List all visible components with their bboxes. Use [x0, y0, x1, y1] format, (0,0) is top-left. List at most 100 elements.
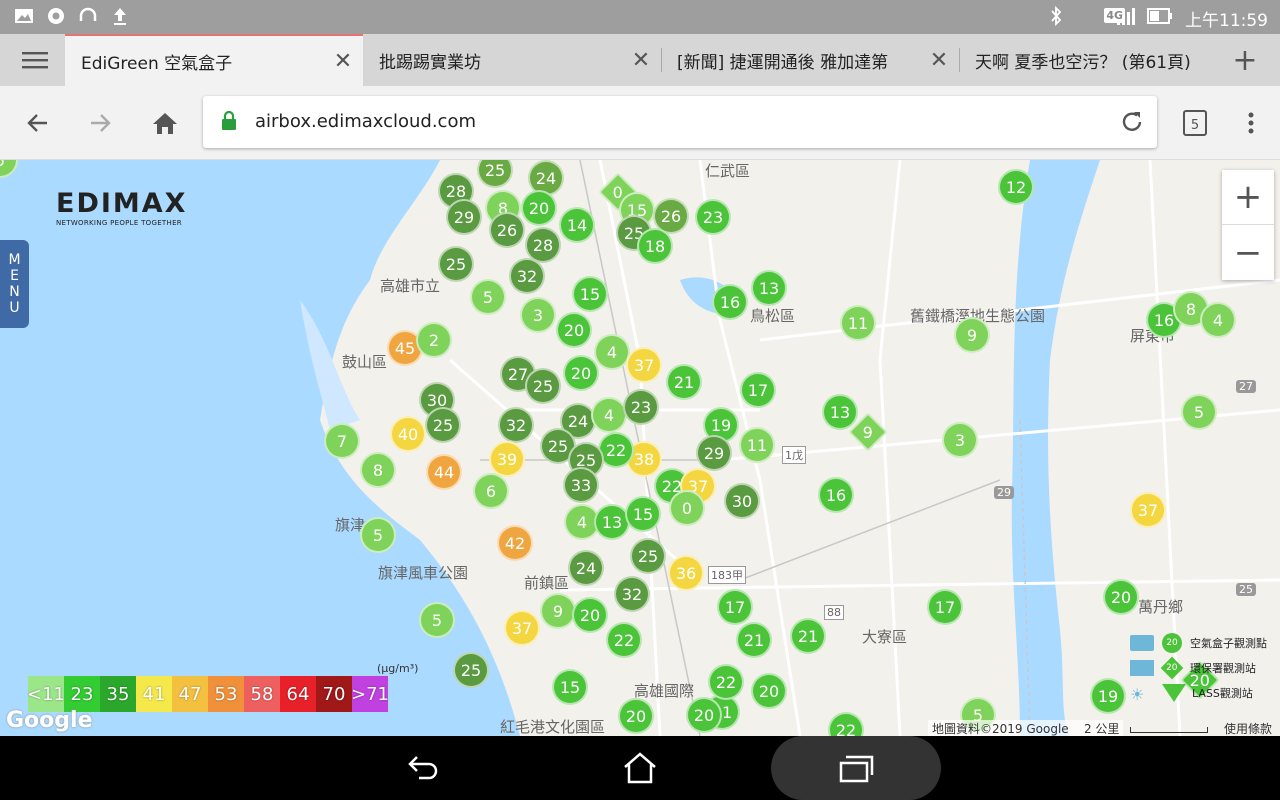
zoom-in-button[interactable]: + — [1222, 170, 1274, 225]
terms-link[interactable]: 使用條款 — [1224, 720, 1272, 736]
tab-pollution[interactable]: 天啊 夏季也空污？ (第61頁) — [959, 34, 1219, 86]
pm25-station-marker[interactable]: 32 — [509, 258, 545, 294]
pm25-station-marker[interactable]: 5 — [1181, 394, 1217, 430]
pm25-station-marker[interactable]: 20 — [563, 355, 599, 391]
pm25-station-marker[interactable]: 39 — [489, 441, 525, 477]
address-bar[interactable]: airbox.edimaxcloud.com — [203, 96, 1157, 148]
pm25-station-marker[interactable]: 21 — [736, 622, 772, 658]
recents-nav-icon[interactable] — [836, 750, 876, 786]
tab-title: 天啊 夏季也空污？ (第61頁) — [975, 52, 1191, 73]
pm25-station-marker[interactable]: 2 — [416, 322, 452, 358]
pm25-station-marker[interactable]: 20 — [572, 597, 608, 633]
pm25-station-marker[interactable]: 3 — [942, 422, 978, 458]
pm25-station-marker[interactable]: 0 — [669, 490, 705, 526]
edimax-logo: EDIMAX NETWORKING PEOPLE TOGETHER — [56, 188, 188, 227]
pm25-station-marker[interactable]: 14 — [559, 207, 595, 243]
tab-ptt[interactable]: 批踢踢實業坊 ✕ — [363, 34, 661, 86]
pm25-station-marker[interactable]: 17 — [740, 372, 776, 408]
pm25-station-marker[interactable]: 4 — [1200, 302, 1236, 338]
close-tab-icon[interactable]: ✕ — [323, 49, 363, 74]
pm25-station-marker[interactable]: 9 — [954, 317, 990, 353]
pm25-station-marker[interactable]: 25 — [525, 368, 561, 404]
scale-bar — [1130, 727, 1208, 733]
pm25-station-marker[interactable]: 13 — [751, 270, 787, 306]
pm25-station-marker[interactable]: 5 — [419, 602, 455, 638]
pm25-station-marker[interactable]: 20 — [618, 698, 654, 734]
tab-count: 5 — [1190, 117, 1200, 133]
pm25-station-marker[interactable]: 30 — [724, 483, 760, 519]
forward-icon[interactable] — [86, 108, 116, 138]
pm25-station-marker[interactable]: 15 — [625, 496, 661, 532]
pm25-station-marker[interactable]: 13 — [822, 394, 858, 430]
pm25-station-marker[interactable]: 37 — [1130, 492, 1166, 528]
pm25-station-marker[interactable]: 20 — [556, 312, 592, 348]
pm25-station-marker[interactable]: 20 — [751, 673, 787, 709]
pm25-station-marker[interactable]: 29 — [696, 435, 732, 471]
pm25-station-marker[interactable]: 8 — [360, 452, 396, 488]
air-quality-map[interactable]: 仁武區 高雄市立 鳥松區 舊鐵橋溼地生態公園 鼓山區 旗津 旗津風車公園 前鎮區… — [0, 160, 1280, 736]
tab-switcher-menu-icon[interactable] — [20, 45, 50, 75]
pm25-station-marker[interactable]: 23 — [695, 199, 731, 235]
pm25-station-marker[interactable]: 22 — [708, 664, 744, 700]
pm25-station-marker[interactable]: 5 — [470, 279, 506, 315]
pm25-station-marker[interactable]: 26 — [489, 212, 525, 248]
pm25-station-marker[interactable]: 15 — [572, 276, 608, 312]
back-nav-icon[interactable] — [404, 750, 444, 786]
close-tab-icon[interactable]: ✕ — [621, 48, 661, 73]
pm25-station-marker[interactable]: 44 — [426, 454, 462, 490]
pm25-station-marker[interactable]: 25 — [438, 246, 474, 282]
pm25-station-marker[interactable]: 6 — [473, 473, 509, 509]
pm25-station-marker[interactable]: 32 — [614, 576, 650, 612]
back-icon[interactable] — [22, 108, 52, 138]
pm25-station-marker[interactable]: 40 — [390, 416, 426, 452]
pm25-station-marker[interactable]: 16 — [818, 477, 854, 513]
pm25-station-marker[interactable]: 7 — [324, 423, 360, 459]
zoom-out-button[interactable]: − — [1222, 225, 1274, 280]
pm25-station-marker[interactable]: 16 — [712, 284, 748, 320]
pm25-station-marker[interactable]: 12 — [998, 169, 1034, 205]
legend-lass: ☀ LASS觀測站 — [1130, 683, 1253, 704]
menu-button[interactable]: MENU — [0, 240, 29, 328]
pm25-station-marker[interactable]: 19 — [1090, 678, 1126, 714]
pm25-station-marker[interactable]: 42 — [497, 525, 533, 561]
pm25-station-marker[interactable]: 4 — [591, 397, 627, 433]
pm25-station-marker[interactable]: 22 — [606, 622, 642, 658]
pm25-station-marker[interactable]: 11 — [840, 305, 876, 341]
pm25-station-marker[interactable]: 36 — [668, 555, 704, 591]
pm25-station-marker[interactable]: 20 — [521, 190, 557, 226]
pm25-station-marker[interactable]: 37 — [504, 610, 540, 646]
pm25-station-marker[interactable]: 9 — [540, 593, 576, 629]
pm25-station-marker[interactable]: 32 — [498, 407, 534, 443]
pm25-station-marker[interactable]: 21 — [666, 364, 702, 400]
new-tab-icon[interactable]: + — [1230, 43, 1260, 78]
tab-edigreen[interactable]: EdiGreen 空氣盒子 ✕ — [65, 34, 363, 86]
pm25-station-marker[interactable]: 17 — [717, 589, 753, 625]
pm25-station-marker[interactable]: 21 — [790, 618, 826, 654]
pm25-station-marker[interactable]: 25 — [453, 652, 489, 688]
pm25-station-marker[interactable]: 17 — [927, 589, 963, 625]
more-menu-icon[interactable] — [1236, 108, 1266, 138]
pm25-station-marker[interactable]: 23 — [623, 389, 659, 425]
pm25-station-marker[interactable]: 25 — [630, 538, 666, 574]
reload-icon[interactable] — [1119, 109, 1145, 139]
pm25-station-marker[interactable]: 4 — [594, 334, 630, 370]
pm25-station-marker[interactable]: 25 — [425, 407, 461, 443]
pm25-station-marker[interactable]: 33 — [563, 467, 599, 503]
home-icon[interactable] — [150, 108, 180, 138]
legend-swatch: 53 — [208, 676, 244, 712]
pm25-station-marker[interactable]: 29 — [446, 199, 482, 235]
pm25-station-marker[interactable]: 15 — [552, 669, 588, 705]
pm25-station-marker[interactable]: 20 — [1103, 579, 1139, 615]
pm25-station-marker[interactable]: 5 — [360, 517, 396, 553]
home-nav-icon[interactable] — [620, 750, 660, 786]
pm25-station-marker[interactable]: 24 — [568, 550, 604, 586]
pm25-station-marker[interactable]: 20 — [686, 697, 722, 733]
close-tab-icon[interactable]: ✕ — [919, 48, 959, 73]
tab-news[interactable]: [新聞] 捷運開通後 雅加達第 ✕ — [661, 34, 959, 86]
pm25-station-marker[interactable]: 37 — [626, 347, 662, 383]
pm25-station-marker[interactable]: 18 — [637, 228, 673, 264]
pm25-station-marker[interactable]: 11 — [739, 427, 775, 463]
status-bar: 4G 上午11:59 — [0, 0, 1280, 34]
tab-count-button[interactable]: 5 — [1180, 107, 1210, 137]
pm25-station-marker[interactable]: 3 — [520, 297, 556, 333]
